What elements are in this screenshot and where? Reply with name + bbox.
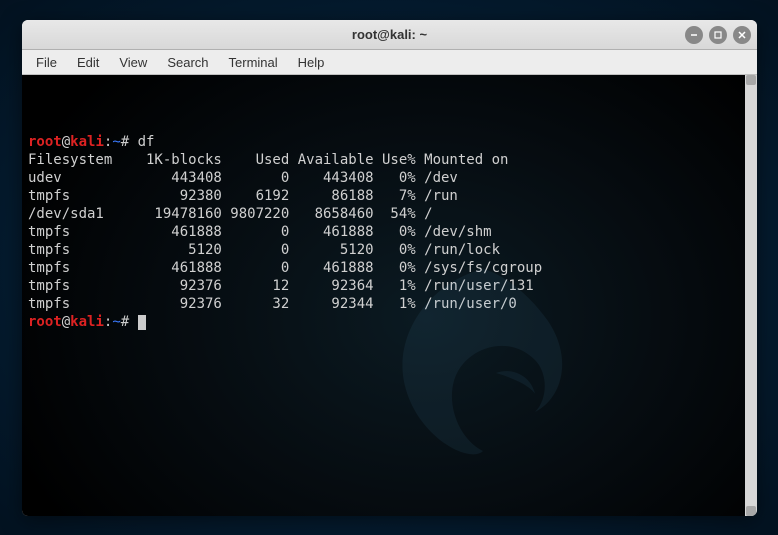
close-button[interactable]	[733, 26, 751, 44]
menubar: File Edit View Search Terminal Help	[22, 50, 757, 75]
terminal-output: root@kali:~# df Filesystem 1K-blocks Use…	[28, 133, 751, 331]
close-icon	[737, 30, 747, 40]
menu-view[interactable]: View	[109, 53, 157, 72]
menu-help[interactable]: Help	[288, 53, 335, 72]
window-title: root@kali: ~	[352, 27, 427, 42]
maximize-icon	[713, 30, 723, 40]
menu-edit[interactable]: Edit	[67, 53, 109, 72]
menu-terminal[interactable]: Terminal	[219, 53, 288, 72]
menu-search[interactable]: Search	[157, 53, 218, 72]
minimize-icon	[689, 30, 699, 40]
minimize-button[interactable]	[685, 26, 703, 44]
scrollbar[interactable]	[745, 75, 757, 516]
scrollbar-thumb[interactable]	[746, 506, 756, 516]
titlebar[interactable]: root@kali: ~	[22, 20, 757, 50]
scrollbar-thumb[interactable]	[746, 75, 756, 85]
terminal-window: root@kali: ~ File Edit View Search Termi…	[22, 20, 757, 516]
menu-file[interactable]: File	[26, 53, 67, 72]
terminal-area[interactable]: root@kali:~# df Filesystem 1K-blocks Use…	[22, 75, 757, 516]
maximize-button[interactable]	[709, 26, 727, 44]
window-controls	[685, 26, 751, 44]
